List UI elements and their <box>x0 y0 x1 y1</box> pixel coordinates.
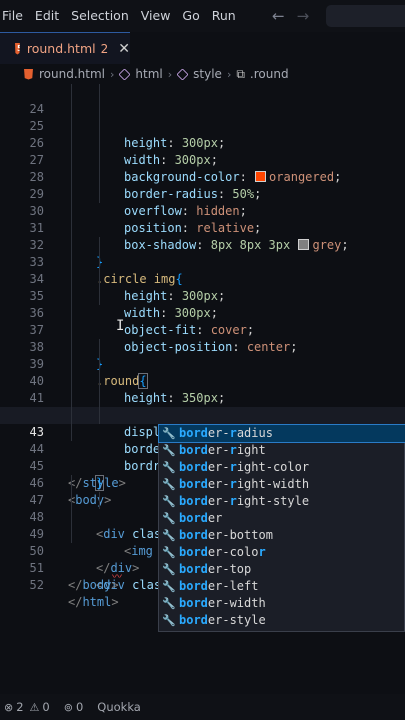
chevron-right-icon: › <box>110 67 115 81</box>
wrench-icon: 🔧 <box>162 512 176 525</box>
html5-icon <box>15 42 20 55</box>
suggestion-item[interactable]: 🔧 border-right-color <box>159 459 405 476</box>
tab-bar: round.html 2 ✕ <box>0 32 405 64</box>
wrench-icon: 🔧 <box>162 461 176 474</box>
suggestion-item[interactable]: 🔧 border-left <box>159 578 405 595</box>
wrench-icon: 🔧 <box>162 597 176 610</box>
menu-go[interactable]: Go <box>176 0 205 32</box>
breadcrumb-selector[interactable]: ⧉ .round <box>236 67 288 82</box>
element-icon <box>176 67 189 81</box>
code-line: 40 width: 350px; <box>0 356 405 422</box>
wrench-icon: 🔧 <box>162 495 176 508</box>
broadcast-icon: ⊚ <box>63 700 73 714</box>
quokka-status[interactable]: Quokka <box>97 700 141 714</box>
code-line-active: 43 bordr <box>0 407 405 473</box>
problems-indicator[interactable]: ⊗ 2 ⚠ 0 <box>4 700 50 714</box>
code-line: 30 box-shadow: 8px 8px 3px grey; <box>0 186 405 252</box>
menu-selection[interactable]: Selection <box>65 0 135 32</box>
code-line: 27 border-radius: 50%; <box>0 135 405 201</box>
suggestion-item[interactable]: 🔧 border-width <box>159 595 405 612</box>
wrench-icon: 🔧 <box>162 546 176 559</box>
suggestion-item[interactable]: 🔧 border-right-width <box>159 476 405 493</box>
wrench-icon: 🔧 <box>162 427 176 440</box>
autocomplete-popup[interactable]: 🔧 border-radius 🔧 border-right 🔧 border-rig… <box>158 424 405 632</box>
code-line: 31 } <box>0 203 405 269</box>
code-line: 42 border-radius: 50%; <box>0 390 405 456</box>
wrench-icon: 🔧 <box>162 529 176 542</box>
breadcrumb-file[interactable]: round.html <box>0 67 105 81</box>
command-center[interactable] <box>326 5 405 27</box>
code-line: 36 object-position: center; <box>0 288 405 354</box>
code-line: 29 position: relative; <box>0 169 405 235</box>
ports-indicator[interactable]: ⊚ 0 <box>64 700 84 714</box>
wrench-icon: 🔧 <box>162 580 176 593</box>
wrench-icon: 🔧 <box>162 478 176 491</box>
code-line: 35 object-fit: cover; <box>0 271 405 337</box>
suggestion-item[interactable]: 🔧 border-right-style <box>159 493 405 510</box>
menu-edit[interactable]: Edit <box>29 0 65 32</box>
element-icon <box>118 67 131 81</box>
code-line: 32 .circle img{ <box>0 220 405 286</box>
chevron-right-icon: › <box>167 67 173 81</box>
problem-count-badge: 2 <box>100 41 109 56</box>
code-line: 41 display: flex; <box>0 373 405 439</box>
mouse-cursor-icon: I <box>116 318 125 334</box>
tab-round-html[interactable]: round.html 2 ✕ <box>0 32 130 64</box>
selector-symbol-icon: ⧉ <box>236 66 245 81</box>
code-line: 37 } <box>0 305 405 371</box>
breadcrumb-html[interactable]: html <box>118 67 163 81</box>
suggestion-item[interactable]: 🔧 border-right <box>159 442 405 459</box>
suggestion-item[interactable]: 🔧 border-style <box>159 612 405 629</box>
suggestion-item[interactable]: 🔧 border <box>159 510 405 527</box>
code-line: 24 height: 300px; <box>0 84 405 150</box>
line-number: 52 <box>29 578 44 592</box>
code-line: 34 width: 300px; <box>0 254 405 320</box>
chevron-right-icon: › <box>226 67 232 81</box>
breadcrumb: round.html › html › style › ⧉ .round <box>0 64 405 84</box>
code-line: 33 height: 300px; <box>0 237 405 303</box>
breadcrumb-style[interactable]: style <box>176 67 222 81</box>
wrench-icon: 🔧 <box>162 614 176 627</box>
code-line: 38 .round{ <box>0 322 405 389</box>
error-squiggle: 〰 <box>112 572 122 583</box>
code-line: 26 background-color: orangered; <box>0 118 405 184</box>
status-bar: ⊗ 2 ⚠ 0 ⊚ 0 Quokka <box>0 694 405 720</box>
suggestion-item[interactable]: 🔧 border-color <box>159 544 405 561</box>
suggestion-item[interactable]: 🔧 border-bottom <box>159 527 405 544</box>
menu-view[interactable]: View <box>135 0 177 32</box>
menu-bar: File Edit Selection View Go Run ← → <box>0 0 405 32</box>
code-line: 28 overflow: hidden; <box>0 152 405 218</box>
navigation-arrows: ← → <box>272 0 309 32</box>
code-line: 39 height: 350px; <box>0 339 405 405</box>
html5-icon <box>24 68 33 80</box>
error-icon: ⊗ <box>4 700 14 714</box>
tab-label: round.html <box>26 41 96 56</box>
suggestion-item[interactable]: 🔧 border-radius <box>158 424 405 443</box>
warning-icon: ⚠ <box>29 700 40 714</box>
menu-file[interactable]: File <box>0 0 29 32</box>
menu-run[interactable]: Run <box>206 0 242 32</box>
arrow-left-icon[interactable]: ← <box>272 7 285 25</box>
suggestion-item[interactable]: 🔧 border-top <box>159 561 405 578</box>
code-line: 25 width: 300px; <box>0 101 405 167</box>
close-icon[interactable]: ✕ <box>118 41 130 57</box>
arrow-right-icon[interactable]: → <box>297 7 310 25</box>
wrench-icon: 🔧 <box>162 444 176 457</box>
wrench-icon: 🔧 <box>162 563 176 576</box>
